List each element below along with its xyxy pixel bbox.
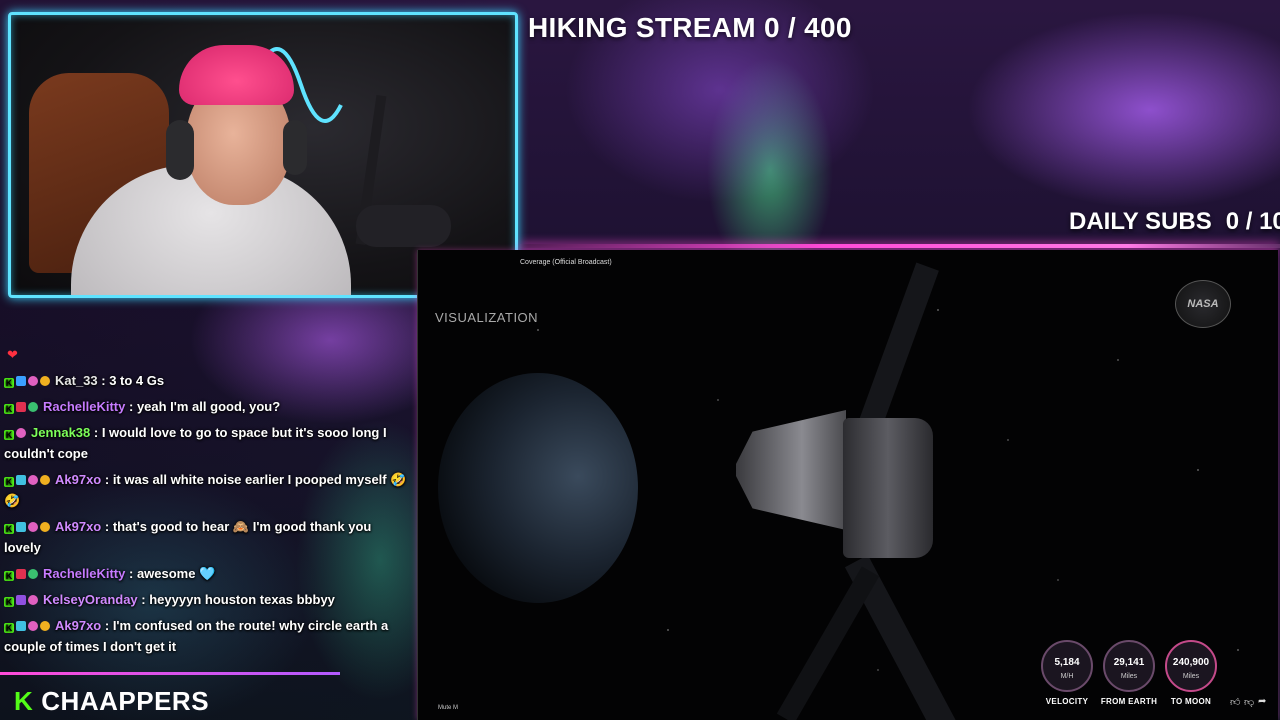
chat-username[interactable]: Ak97xo [55, 618, 101, 633]
visualization-label: VISUALIZATION [435, 310, 539, 325]
kick-badge-icon: K [4, 430, 14, 440]
video-player[interactable]: Coverage (Official Broadcast) VISUALIZAT… [417, 250, 1278, 720]
thumb-down-icon[interactable]: 👎︎ [1244, 696, 1254, 708]
chat-message: K Ak97xo : that's good to hear 🙈 I'm good… [4, 516, 409, 558]
chat-text: : 3 to 4 Gs [101, 373, 165, 388]
gift-badge-icon [16, 428, 26, 438]
gift-badge-icon [28, 522, 38, 532]
to-moon-gauge: 240,900 Miles [1165, 640, 1217, 692]
channel-name: CHAAPPERS [41, 686, 210, 716]
from-earth-gauge: 29,141 Miles [1103, 640, 1155, 692]
chat-username[interactable]: Jennak38 [31, 425, 90, 440]
velocity-caption: VELOCITY [1045, 697, 1089, 706]
chat-message: K RachelleKitty : yeah I'm all good, you? [4, 396, 409, 417]
streamer-hair [179, 45, 294, 105]
chat-message: K Kat_33 : 3 to 4 Gs [4, 370, 409, 391]
to-moon-value: 240,900 [1172, 657, 1210, 668]
chat-message: K KelseyOranday : heyyyyn houston texas b… [4, 589, 409, 610]
sub-badge-icon [16, 522, 26, 532]
level-badge-icon [40, 621, 50, 631]
gift-badge-icon [28, 475, 38, 485]
video-title: Coverage (Official Broadcast) [520, 259, 612, 266]
velocity-value: 5,184 [1054, 657, 1080, 668]
gift-badge-icon [28, 595, 38, 605]
sub-badge-icon [16, 475, 26, 485]
daily-subs-count: 0 / 10 [1225, 208, 1280, 235]
crown-badge-icon [40, 376, 50, 386]
chat-divider [0, 672, 340, 675]
chat-username[interactable]: Ak97xo [55, 519, 101, 534]
earth-planet [438, 373, 638, 603]
share-icon[interactable]: ➦ [1258, 696, 1266, 707]
to-moon-caption: TO MOON [1170, 697, 1212, 706]
stream-goal-title: HIKING STREAM 0 / 400 [528, 12, 852, 43]
chat-text: : heyyyyn houston texas bbbyy [141, 592, 335, 607]
chat-message: K Jennak38 : I would love to go to space … [4, 422, 409, 464]
video-timestamp: Mute M [438, 705, 459, 711]
from-earth-value: 29,141 [1113, 657, 1145, 668]
daily-subs-counter: DAILY SUBS 0 / 10 [1069, 208, 1280, 236]
chat-username[interactable]: Ak97xo [55, 472, 101, 487]
chat-username[interactable]: KelseyOranday [43, 592, 138, 607]
kick-badge-icon: K [4, 571, 14, 581]
kick-badge-icon: K [4, 378, 14, 388]
kick-logo-icon: K [14, 686, 34, 716]
chat-username[interactable]: Kat_33 [55, 373, 98, 388]
chat-message: K RachelleKitty : awesome 🩵 [4, 563, 409, 584]
microphone [356, 205, 451, 247]
heart-icon: ❤ [7, 347, 18, 362]
sub-badge-icon [16, 569, 26, 579]
daily-subs-label: DAILY SUBS [1069, 208, 1212, 235]
to-moon-unit: Miles [1182, 673, 1200, 680]
chat-username[interactable]: RachelleKitty [43, 399, 125, 414]
subs-progress-bar [520, 244, 1280, 248]
chat-text: : awesome 🩵 [129, 566, 216, 581]
velocity-unit: M/H [1060, 673, 1074, 680]
kick-badge-icon: K [4, 623, 14, 633]
chat-message: K Ak97xo : it was all white noise earlier… [4, 469, 409, 511]
nasa-logo: NASA [1175, 280, 1231, 328]
headphone-right [283, 120, 307, 175]
gift-badge-icon [28, 621, 38, 631]
sub-badge-icon [16, 621, 26, 631]
sub-badge-icon [16, 402, 26, 412]
gift-badge-icon [28, 376, 38, 386]
kick-badge-icon: K [4, 404, 14, 414]
from-earth-unit: Miles [1120, 673, 1138, 680]
kick-badge-icon: K [4, 477, 14, 487]
level-badge-icon [40, 475, 50, 485]
chat-message: K Ak97xo : I'm confused on the route! why… [4, 615, 409, 657]
sub-badge-icon [16, 595, 26, 605]
velocity-gauge: 5,184 M/H [1041, 640, 1093, 692]
gift-badge-icon [28, 569, 38, 579]
from-earth-caption: FROM EARTH [1100, 697, 1158, 706]
chat-text: : yeah I'm all good, you? [129, 399, 281, 414]
channel-brand: K CHAAPPERS [14, 686, 209, 717]
thumb-up-icon[interactable]: 👍︎ [1230, 696, 1240, 708]
chat-username[interactable]: RachelleKitty [43, 566, 125, 581]
level-badge-icon [40, 522, 50, 532]
service-module [843, 418, 933, 558]
headphone-left [166, 120, 194, 180]
kick-badge-icon: K [4, 524, 14, 534]
gift-badge-icon [28, 402, 38, 412]
kick-badge-icon: K [4, 597, 14, 607]
sub-badge-icon [16, 376, 26, 386]
